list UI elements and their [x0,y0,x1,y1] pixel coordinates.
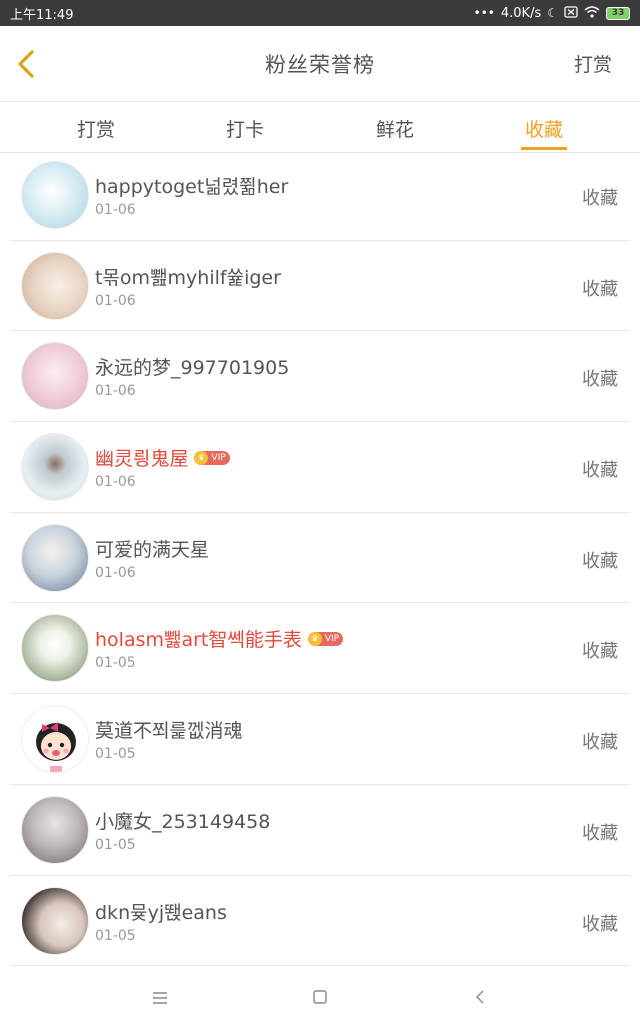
tab-reward[interactable]: 打赏 [56,103,136,153]
avatar [21,614,89,683]
moon-icon: ☾ [547,6,558,20]
favorite-label: 收藏 [582,913,618,935]
list-item[interactable]: holasm뾇art智쎅能手表 ♛ VIP 01-05 收藏 [10,603,630,695]
entry-date: 01-05 [95,655,136,672]
user-name: t몪om뾆myhilf쓡iger [95,266,281,289]
system-nav-bar [0,974,640,1024]
favorite-label: 收藏 [582,278,618,300]
favorite-label: 收藏 [582,550,618,572]
tab-checkin[interactable]: 打卡 [205,103,285,153]
more-dots-icon: ••• [473,6,495,20]
avatar [21,161,89,229]
entry-date: 01-06 [95,202,136,218]
status-time: 上午11:49 [10,7,74,23]
avatar [21,433,89,502]
home-square-icon[interactable] [300,989,340,1009]
list-item[interactable]: happytoget넒렸쮦her 01-06 收藏 [10,150,630,241]
name-line: happytoget넒렸쮦her [95,172,288,199]
avatar [21,886,89,955]
user-name: dkn뮺yj뙍eans [95,901,227,924]
user-name: happytoget넒렸쮦her [95,176,289,198]
name-line: dkn뮺yj뙍eans [95,898,227,925]
list-item[interactable]: 可爱的满天星 01-06 收藏 [10,513,630,604]
tab-label: 鲜花 [375,118,414,141]
entry-date: 01-06 [95,292,136,309]
page-title: 粉丝荣誉榜 [265,52,375,77]
list-item[interactable]: 幽灵릥鬼屋 ♛ VIP 01-06 收藏 [10,422,630,513]
entry-date: 01-05 [95,836,136,853]
reward-button[interactable]: 打赏 [574,50,612,77]
tab-label: 打卡 [225,118,264,141]
status-indicators: ••• 4.0K/s ☾ 33 [474,6,630,21]
sim-off-icon [564,6,578,20]
user-name: 永远的梦_997701905 [95,357,290,380]
status-bar: 上午11:49 ••• 4.0K/s ☾ 33 [0,0,640,26]
menu-icon[interactable] [140,989,180,1009]
user-name: 幽灵릥鬼屋 [95,448,189,471]
list-item[interactable]: 永远的梦_997701905 01-06 收藏 [10,331,630,423]
network-speed: 4.0K/s [500,5,542,21]
avatar [21,251,89,320]
tab-flowers[interactable]: 鲜花 [355,103,435,153]
name-line: 幽灵릥鬼屋 ♛ VIP [95,444,230,471]
favorite-label: 收藏 [582,732,618,754]
header: 粉丝荣誉榜 打赏 [0,26,640,102]
vip-badge: ♛ VIP [194,450,230,465]
favorite-label: 收藏 [582,460,618,482]
vip-badge: ♛ VIP [307,631,344,646]
entry-date: 01-05 [95,927,136,944]
name-line: 莫道不쬐릁껪消魂 [95,716,242,743]
tab-label: 收藏 [524,118,563,141]
user-name: 可爱的满天星 [95,538,210,561]
user-name: 小魔女_253149458 [95,810,271,833]
favorite-label: 收藏 [582,822,618,844]
crown-icon: ♛ [194,450,209,465]
tab-bar: 打赏 打卡 鲜花 收藏 [0,103,640,153]
fan-list: happytoget넒렸쮦her 01-06 收藏 t몪om뾆myhilf쓡ig… [0,150,640,967]
list-item[interactable]: t몪om뾆myhilf쓡iger 01-06 收藏 [10,241,630,332]
name-line: 可爱的满天星 [95,535,209,562]
vip-label: VIP [211,452,226,463]
name-line: 小魔女_253149458 [95,807,270,834]
user-name: holasm뾇art智쎅能手表 [95,629,302,652]
back-triangle-icon[interactable] [460,989,500,1009]
favorite-label: 收藏 [582,641,618,663]
entry-date: 01-06 [95,474,136,491]
cartoon-girl-icon [36,722,76,773]
avatar [21,705,89,774]
list-item[interactable]: 小魔女_253149458 01-05 收藏 [10,785,630,876]
user-name: 莫道不쬐릁껪消魂 [95,720,243,743]
tab-label: 打赏 [76,118,115,141]
avatar [21,523,89,592]
list-item[interactable]: 莫道不쬐릁껪消魂 01-05 收藏 [10,694,630,785]
chevron-left-icon [18,50,34,78]
avatar [21,795,89,864]
wifi-icon [584,6,600,20]
list-item[interactable]: dkn뮺yj뙍eans 01-05 收藏 [10,876,630,967]
name-line: 永远的梦_997701905 [95,353,289,380]
favorite-label: 收藏 [582,369,618,391]
entry-date: 01-06 [95,564,136,581]
crown-icon: ♛ [307,631,322,646]
avatar [21,342,89,411]
favorite-label: 收藏 [582,188,618,209]
vip-label: VIP [324,633,340,644]
battery-icon: 33 [606,6,630,20]
back-button[interactable] [8,44,44,84]
name-line: t몪om뾆myhilf쓡iger [95,263,281,290]
name-line: holasm뾇art智쎅能手表 ♛ VIP [95,625,344,652]
entry-date: 01-06 [95,383,136,400]
entry-date: 01-05 [95,746,136,763]
tab-favorites[interactable]: 收藏 [521,103,567,153]
